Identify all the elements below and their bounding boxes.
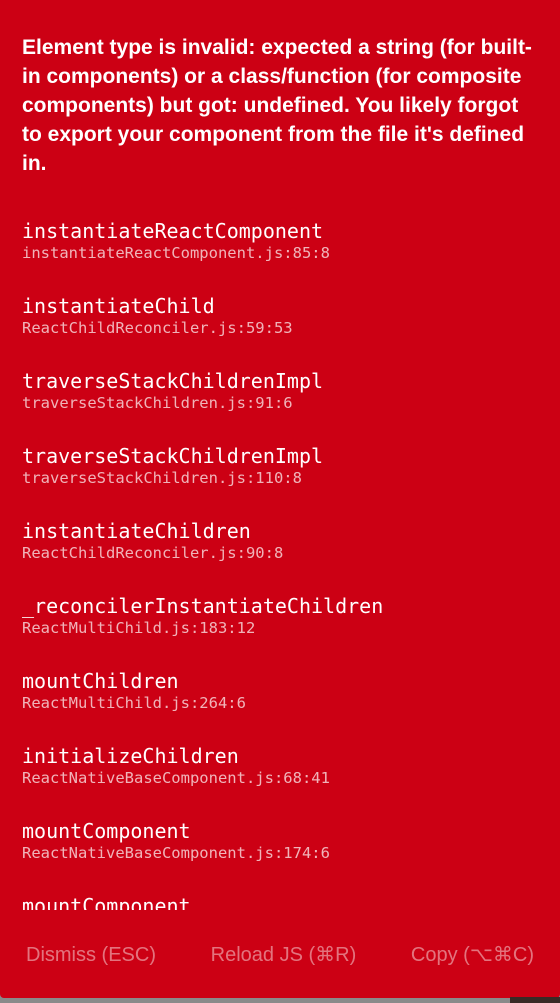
frame-method: _reconcilerInstantiateChildren bbox=[22, 594, 384, 618]
frame-file: ReactMultiChild.js:183:12 bbox=[22, 619, 256, 637]
dismiss-button[interactable]: Dismiss (ESC) bbox=[26, 935, 156, 975]
frame-file: ReactChildReconciler.js:59:53 bbox=[22, 319, 293, 337]
background-corner bbox=[510, 997, 560, 1003]
frame-file: ReactMultiChild.js:264:6 bbox=[22, 694, 246, 712]
stack-frame[interactable]: _reconcilerInstantiateChildren ReactMulti… bbox=[0, 593, 560, 668]
reload-js-button[interactable]: Reload JS (⌘R) bbox=[211, 935, 357, 975]
frame-file: ReactNativeBaseComponent.js:68:41 bbox=[22, 769, 330, 787]
stack-frame[interactable]: traverseStackChildrenImpl traverseStackCh… bbox=[0, 443, 560, 518]
frame-method: instantiateChild bbox=[22, 294, 215, 318]
frame-method: instantiateReactComponent bbox=[22, 219, 324, 243]
stack-frame[interactable]: instantiateChildren ReactChildReconciler.… bbox=[0, 518, 560, 593]
frame-file: traverseStackChildren.js:91:6 bbox=[22, 394, 293, 412]
stack-frame[interactable]: mountChildren ReactMultiChild.js:264:6 bbox=[0, 668, 560, 743]
stack-frame[interactable]: mountComponent bbox=[0, 893, 560, 910]
frame-method: traverseStackChildrenImpl bbox=[22, 369, 324, 393]
frame-method: mountChildren bbox=[22, 669, 179, 693]
frame-file: traverseStackChildren.js:110:8 bbox=[22, 469, 302, 487]
frame-method: mountComponent bbox=[22, 819, 191, 843]
frame-file: ReactNativeBaseComponent.js:174:6 bbox=[22, 844, 330, 862]
stack-frame[interactable]: initializeChildren ReactNativeBaseCompone… bbox=[0, 743, 560, 818]
frame-method: mountComponent bbox=[22, 894, 191, 910]
frame-method: traverseStackChildrenImpl bbox=[22, 444, 324, 468]
frame-file: instantiateReactComponent.js:85:8 bbox=[22, 244, 330, 262]
stack-frame[interactable]: instantiateChild ReactChildReconciler.js:… bbox=[0, 293, 560, 368]
frame-method: instantiateChildren bbox=[22, 519, 251, 543]
frame-file: ReactChildReconciler.js:90:8 bbox=[22, 544, 284, 562]
stack-frame[interactable]: mountComponent ReactNativeBaseComponent.j… bbox=[0, 818, 560, 893]
button-bar: Dismiss (ESC) Reload JS (⌘R) Copy (⌥⌘C) bbox=[0, 935, 560, 975]
error-redbox: Element type is invalid: expected a stri… bbox=[0, 0, 560, 998]
stack-frame[interactable]: traverseStackChildrenImpl traverseStackCh… bbox=[0, 368, 560, 443]
frame-method: initializeChildren bbox=[22, 744, 239, 768]
stack-frame[interactable]: instantiateReactComponent instantiateReac… bbox=[0, 218, 560, 293]
error-message: Element type is invalid: expected a stri… bbox=[22, 36, 532, 175]
copy-button[interactable]: Copy (⌥⌘C) bbox=[411, 935, 534, 975]
stack-trace[interactable]: instantiateReactComponent instantiateReac… bbox=[0, 218, 560, 910]
